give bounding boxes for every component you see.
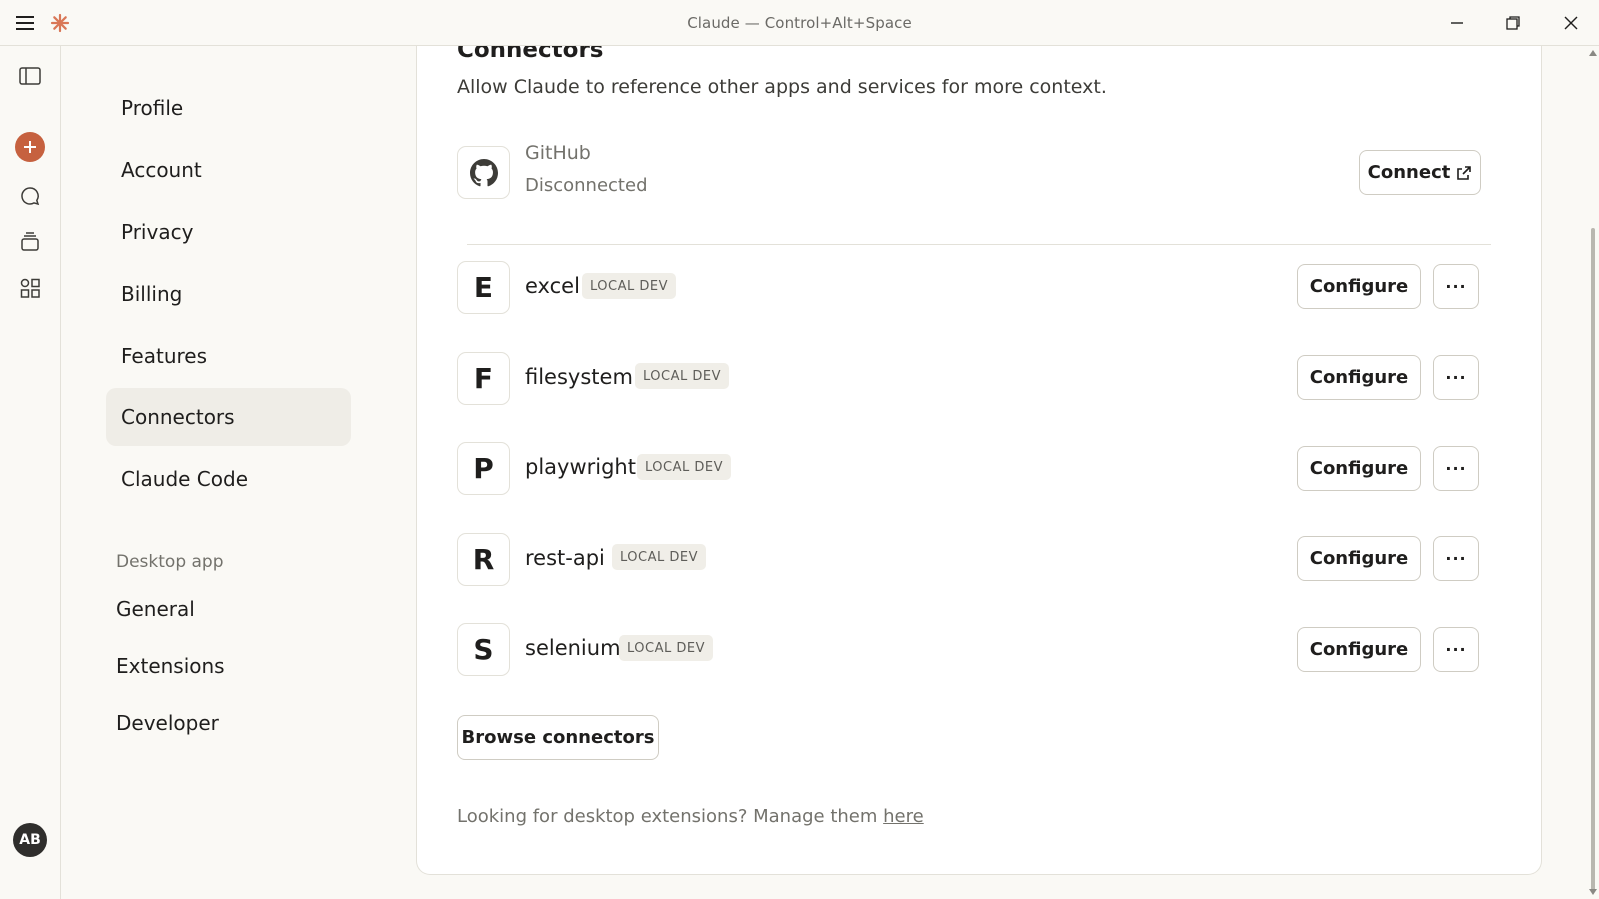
title-bar: Claude — Control+Alt+Space [0,0,1599,46]
footer-text-label: Looking for desktop extensions? Manage t… [457,806,884,827]
configure-button-rest-api[interactable]: Configure [1297,536,1421,581]
connector-logo-selenium: S [457,623,510,676]
scroll-thumb[interactable] [1591,228,1595,891]
github-status: Disconnected [525,175,648,196]
footer-text: Looking for desktop extensions? Manage t… [457,806,924,827]
connector-name-filesystem: filesystem [525,365,633,389]
scrollbar[interactable] [1587,46,1599,899]
page-title: Connectors [457,46,604,63]
local-dev-badge: LOCAL DEV [619,635,713,661]
connector-logo-excel: E [457,261,510,314]
more-options-button-selenium[interactable]: ··· [1433,627,1479,672]
connector-logo-playwright: P [457,442,510,495]
more-options-button-rest-api[interactable]: ··· [1433,536,1479,581]
main-content: Connectors Allow Claude to reference oth… [0,46,1599,899]
window-title: Claude — Control+Alt+Space [687,14,912,32]
scroll-down-icon [1589,889,1597,895]
github-name: GitHub [525,142,591,164]
minimize-icon[interactable] [1446,12,1468,34]
more-options-button-playwright[interactable]: ··· [1433,446,1479,491]
connector-name-rest-api: rest-api [525,546,605,570]
local-dev-badge: LOCAL DEV [612,544,706,570]
connector-name-playwright: playwright [525,455,636,479]
restore-icon[interactable] [1502,12,1524,34]
local-dev-badge: LOCAL DEV [635,363,729,389]
more-options-button-filesystem[interactable]: ··· [1433,355,1479,400]
manage-extensions-link[interactable]: here [883,806,924,827]
github-icon [469,158,498,186]
connector-logo-rest-api: R [457,533,510,586]
page-description: Allow Claude to reference other apps and… [457,76,1107,98]
configure-button-playwright[interactable]: Configure [1297,446,1421,491]
close-icon[interactable] [1560,12,1582,34]
connector-logo-filesystem: F [457,352,510,405]
configure-button-selenium[interactable]: Configure [1297,627,1421,672]
local-dev-badge: LOCAL DEV [637,454,731,480]
configure-button-excel[interactable]: Configure [1297,264,1421,309]
github-connect-button[interactable]: Connect [1359,150,1481,195]
more-options-button-excel[interactable]: ··· [1433,264,1479,309]
local-dev-badge: LOCAL DEV [582,273,676,299]
connector-name-selenium: selenium [525,636,621,660]
browse-connectors-button[interactable]: Browse connectors [457,715,659,760]
connect-label: Connect [1367,162,1451,183]
connectors-panel: Connectors Allow Claude to reference oth… [416,46,1542,875]
connector-name-excel: excel [525,274,580,298]
external-link-icon [1457,165,1472,180]
scroll-up-icon [1589,50,1597,56]
divider [467,244,1491,245]
configure-button-filesystem[interactable]: Configure [1297,355,1421,400]
github-logo [457,146,510,199]
